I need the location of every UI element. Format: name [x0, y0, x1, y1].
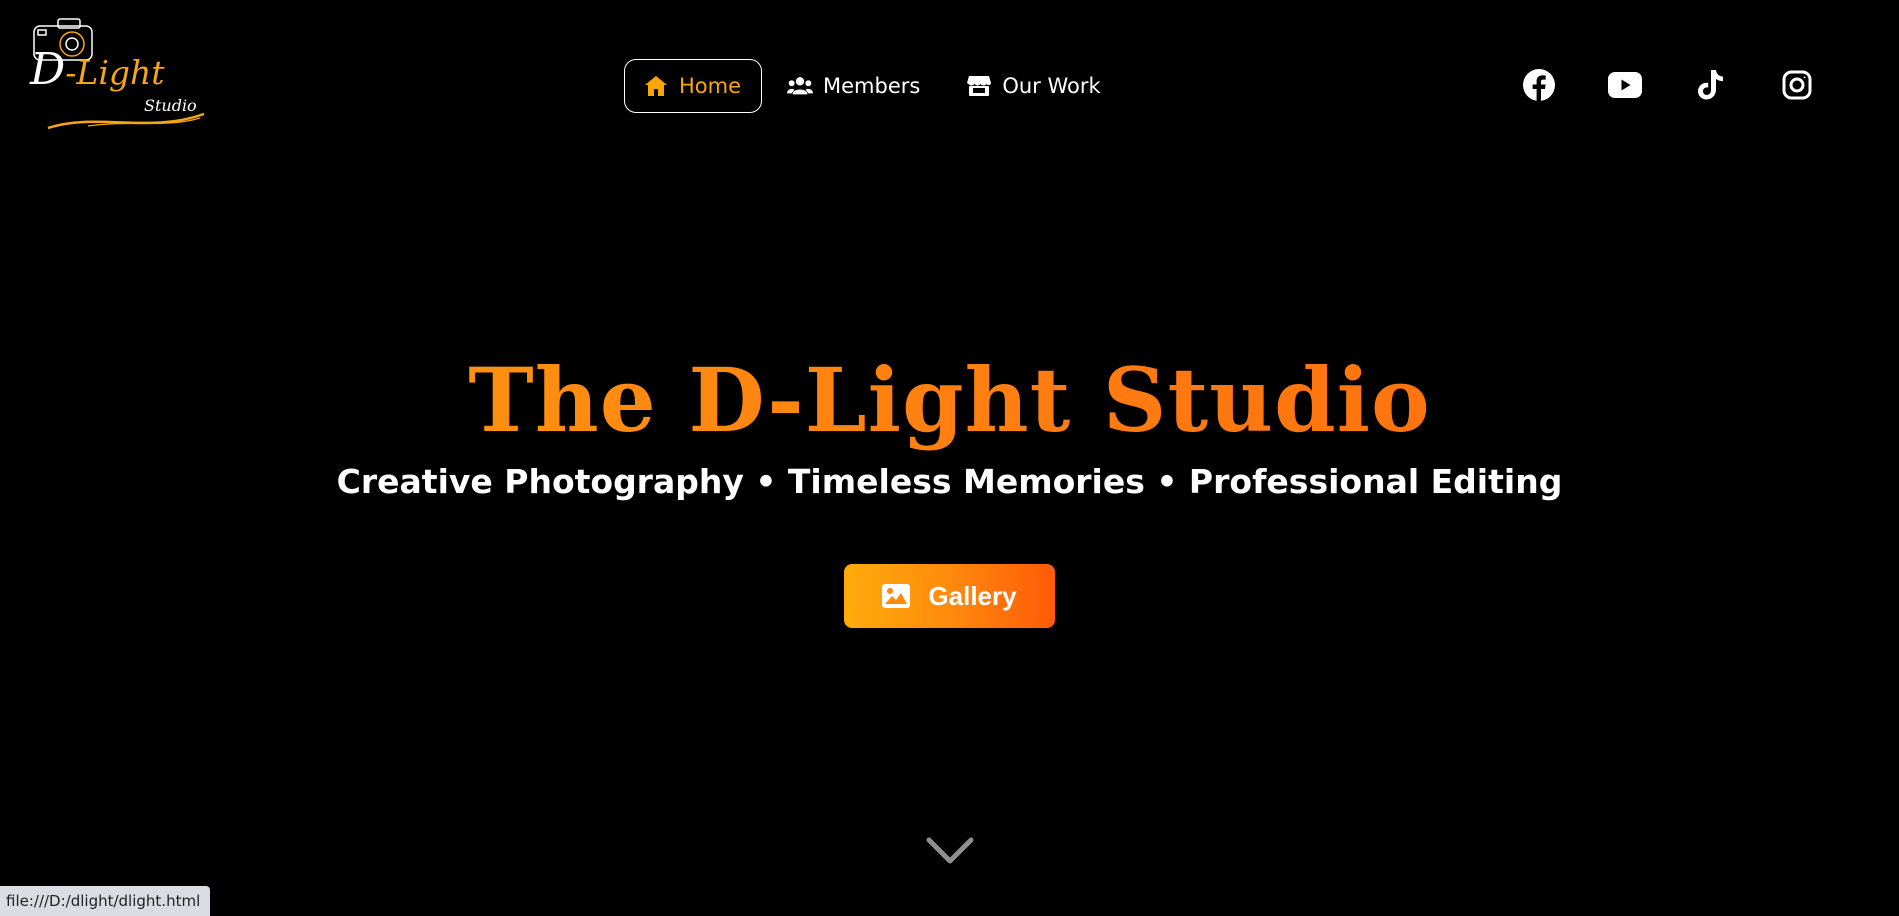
nav-item-our-work[interactable]: Our Work: [947, 59, 1121, 113]
users-icon: [787, 75, 814, 97]
logo-letter-d: D: [30, 44, 66, 95]
scroll-down-chevron-icon[interactable]: [925, 834, 975, 868]
youtube-icon[interactable]: [1608, 68, 1642, 102]
nav-item-label: Home: [679, 74, 742, 98]
logo[interactable]: D-Light Studio: [28, 16, 208, 134]
tiktok-icon[interactable]: [1694, 68, 1728, 102]
browser-status-url: file:///D:/dlight/dlight.html: [0, 886, 211, 916]
logo-wordmark: D-Light: [30, 48, 165, 93]
nav-item-label: Our Work: [1002, 74, 1101, 98]
hero-subtitle: Creative Photography • Timeless Memories…: [336, 462, 1563, 501]
image-icon: [882, 584, 911, 608]
nav-item-members[interactable]: Members: [768, 59, 941, 113]
instagram-icon[interactable]: [1780, 68, 1814, 102]
nav-item-label: Members: [823, 74, 921, 98]
gallery-button[interactable]: Gallery: [844, 564, 1055, 628]
store-icon: [966, 75, 992, 97]
nav-item-home[interactable]: Home: [624, 59, 763, 113]
hero-title: The D-Light Studio: [0, 345, 1899, 455]
home-icon: [643, 75, 669, 97]
logo-studio-text: Studio: [144, 96, 197, 115]
page: D-Light Studio Home Members Our Work The…: [0, 0, 1899, 916]
main-nav: Home Members Our Work: [624, 58, 1128, 114]
gallery-button-label: Gallery: [928, 580, 1017, 611]
social-links: [1522, 68, 1814, 102]
logo-light-text: -Light: [65, 53, 165, 92]
facebook-icon[interactable]: [1522, 68, 1556, 102]
